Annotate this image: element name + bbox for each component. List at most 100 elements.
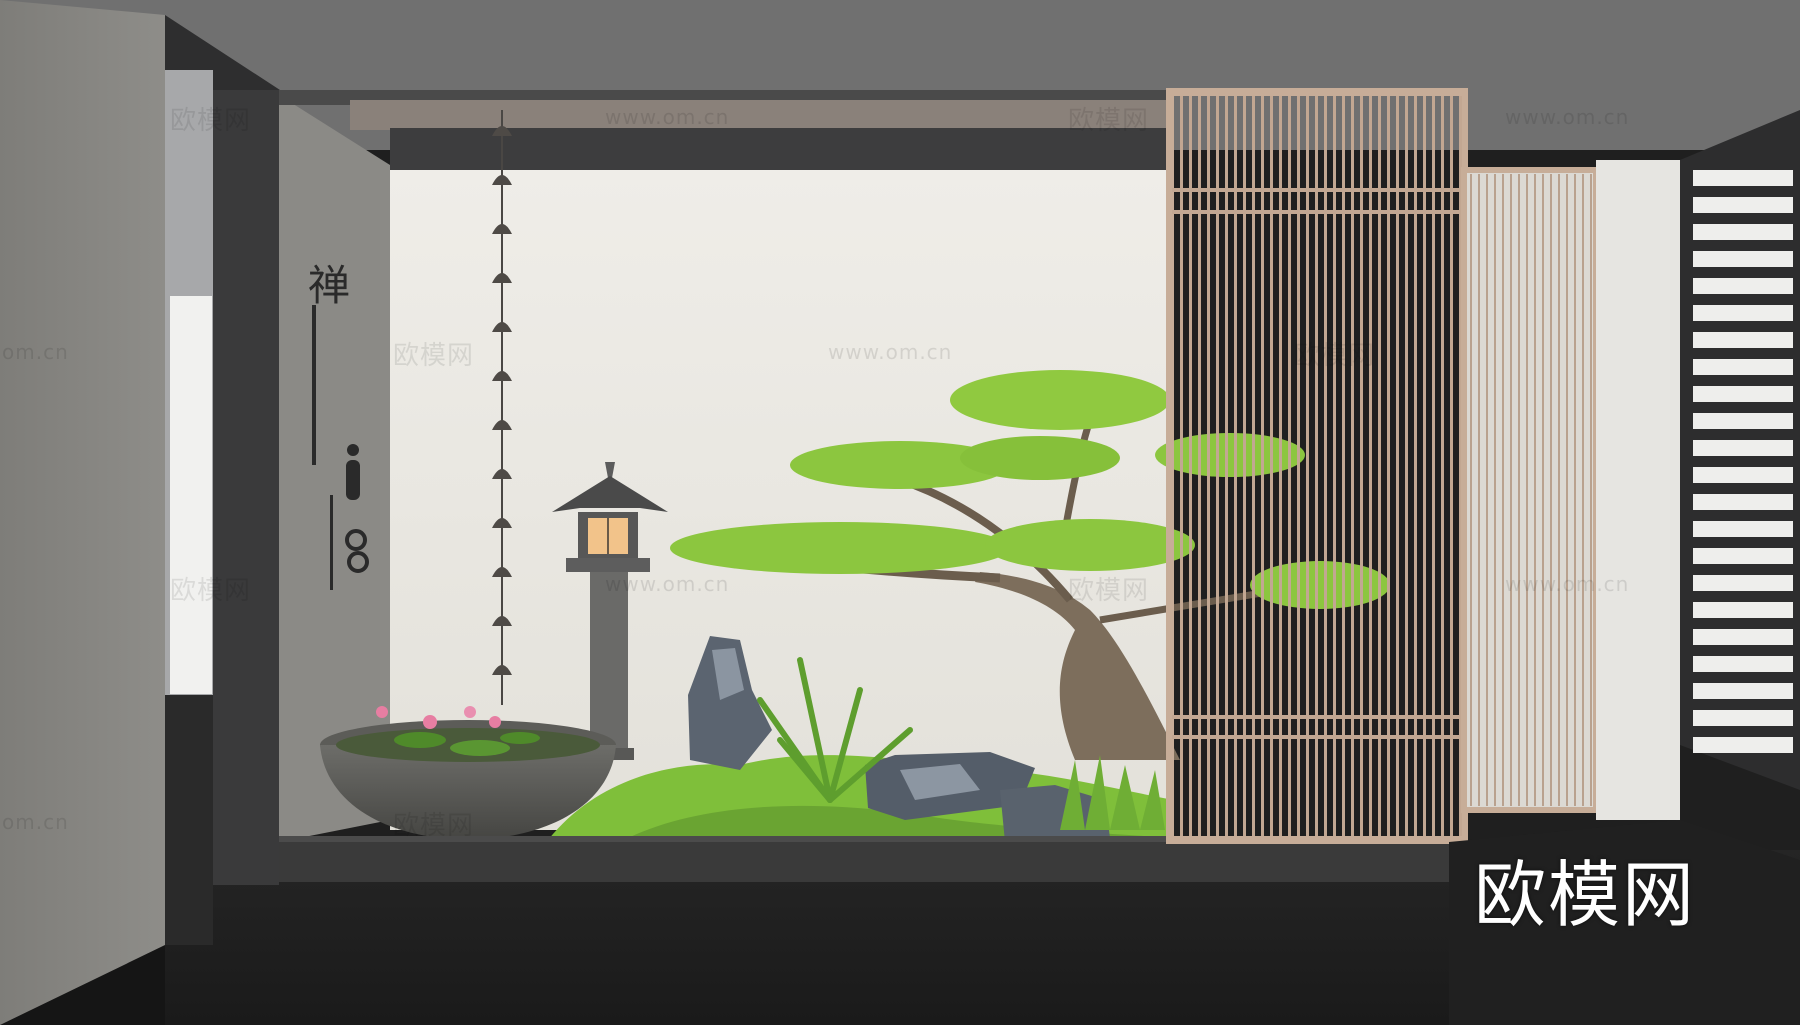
screen-slat	[1198, 96, 1201, 836]
watermark-url-4: www.om.cn	[605, 572, 730, 596]
screen-back-slat	[1502, 174, 1504, 806]
blind-slat	[1693, 278, 1793, 294]
screen-slat	[1315, 96, 1318, 836]
screen-rail	[1172, 188, 1462, 192]
left-opening-floor	[165, 695, 213, 945]
blind-slat	[1693, 656, 1793, 672]
screen-slat	[1396, 96, 1399, 836]
lily-pad-1	[394, 732, 446, 748]
blind-slat	[1693, 467, 1793, 483]
watermark-cn-7: 欧模网	[393, 811, 475, 841]
blind-slat	[1693, 629, 1793, 645]
watermark-url-partial-2: om.cn	[2, 810, 69, 834]
lily-pad-3	[500, 732, 540, 744]
pine-foliage-top	[950, 370, 1170, 430]
blind-slat	[1693, 386, 1793, 402]
screen-back-slat	[1590, 174, 1592, 806]
screen-slat	[1207, 96, 1210, 836]
screen-slat	[1369, 96, 1372, 836]
lantern-base-top	[566, 558, 650, 572]
screen-back-slat	[1510, 174, 1512, 806]
watermark-url-5: www.om.cn	[1505, 572, 1630, 596]
screen-slat	[1180, 96, 1183, 836]
pine-foliage-left	[670, 522, 1010, 574]
watermark-cn-2: 欧模网	[1068, 106, 1150, 136]
right-wall	[1596, 160, 1680, 820]
screen-back-slat	[1550, 174, 1552, 806]
blind-slat	[1693, 602, 1793, 618]
lotus-flower-4	[489, 716, 501, 728]
screen-back-slat	[1478, 174, 1480, 806]
screen-slat	[1234, 96, 1237, 836]
screen-back-slat	[1566, 174, 1568, 806]
screen-rail	[1172, 735, 1462, 739]
lantern-post	[590, 572, 628, 750]
dark-pillar	[213, 90, 279, 885]
screen-slat	[1351, 96, 1354, 836]
screen-slat	[1432, 96, 1435, 836]
lily-pad-2	[450, 740, 510, 756]
screen-back-bg	[1464, 170, 1596, 810]
screen-slat	[1441, 96, 1444, 836]
screen-slat	[1360, 96, 1363, 836]
blind-slat	[1693, 413, 1793, 429]
screen-slat	[1405, 96, 1408, 836]
screen-back-slat	[1582, 174, 1584, 806]
screen-back-slat	[1534, 174, 1536, 806]
screen-slat	[1450, 96, 1453, 836]
lintel-inner	[350, 100, 1174, 130]
lotus-flower-2	[423, 715, 437, 729]
blind-slat	[1693, 683, 1793, 699]
screen-back-slat	[1526, 174, 1528, 806]
screen-back-slat	[1486, 174, 1488, 806]
watermark-logo: 欧模网	[1474, 853, 1697, 937]
screen-slat	[1378, 96, 1381, 836]
screen-slat	[1270, 96, 1273, 836]
blind-slat	[1693, 170, 1793, 186]
watermark-cn-1: 欧模网	[170, 106, 252, 136]
screen-slat	[1297, 96, 1300, 836]
courtyard-base	[279, 838, 1449, 882]
blind-slat	[1693, 197, 1793, 213]
blind-slat	[1693, 440, 1793, 456]
blind-slat	[1693, 494, 1793, 510]
lotus-flower-1	[376, 706, 388, 718]
blind-slat	[1693, 305, 1793, 321]
screen-back-slat	[1574, 174, 1576, 806]
screen-back-slat	[1494, 174, 1496, 806]
screen-slat	[1243, 96, 1246, 836]
blind-slat	[1693, 251, 1793, 267]
watermark-cn-4: 欧模网	[1294, 341, 1376, 371]
calligraphy-figure	[346, 460, 360, 500]
screen-slat	[1216, 96, 1219, 836]
screen-rail	[1172, 210, 1462, 214]
screen-back-slat	[1558, 174, 1560, 806]
screen-slat	[1225, 96, 1228, 836]
watermark-cn-5: 欧模网	[170, 576, 252, 606]
pine-foliage-center	[960, 436, 1120, 480]
blind-slat	[1693, 521, 1793, 537]
screen-back-slat	[1470, 174, 1472, 806]
screen-slat	[1324, 96, 1327, 836]
calligraphy-dot	[347, 444, 359, 456]
screen-slat	[1279, 96, 1282, 836]
screen-slat	[1333, 96, 1336, 836]
left-opening-light	[170, 296, 212, 694]
blind-slat	[1693, 737, 1793, 753]
blind-slat	[1693, 710, 1793, 726]
blind-slat	[1693, 359, 1793, 375]
scene-render: 禅 欧模网 www.om.cn 欧模网 www.om.cn om.cn 欧模网 …	[0, 0, 1800, 1025]
watermark-cn-6: 欧模网	[1068, 576, 1150, 606]
screen-slat	[1261, 96, 1264, 836]
screen-slat	[1306, 96, 1309, 836]
screen-slat	[1387, 96, 1390, 836]
screen-slat	[1342, 96, 1345, 836]
blind-slat	[1693, 575, 1793, 591]
blind-slat	[1693, 332, 1793, 348]
blind-slat	[1693, 224, 1793, 240]
screen-slat	[1423, 96, 1426, 836]
watermark-cn-3: 欧模网	[393, 341, 475, 371]
watermark-url-3: www.om.cn	[828, 340, 953, 364]
pine-foliage-mid	[985, 519, 1195, 571]
screen-rail	[1172, 715, 1462, 719]
